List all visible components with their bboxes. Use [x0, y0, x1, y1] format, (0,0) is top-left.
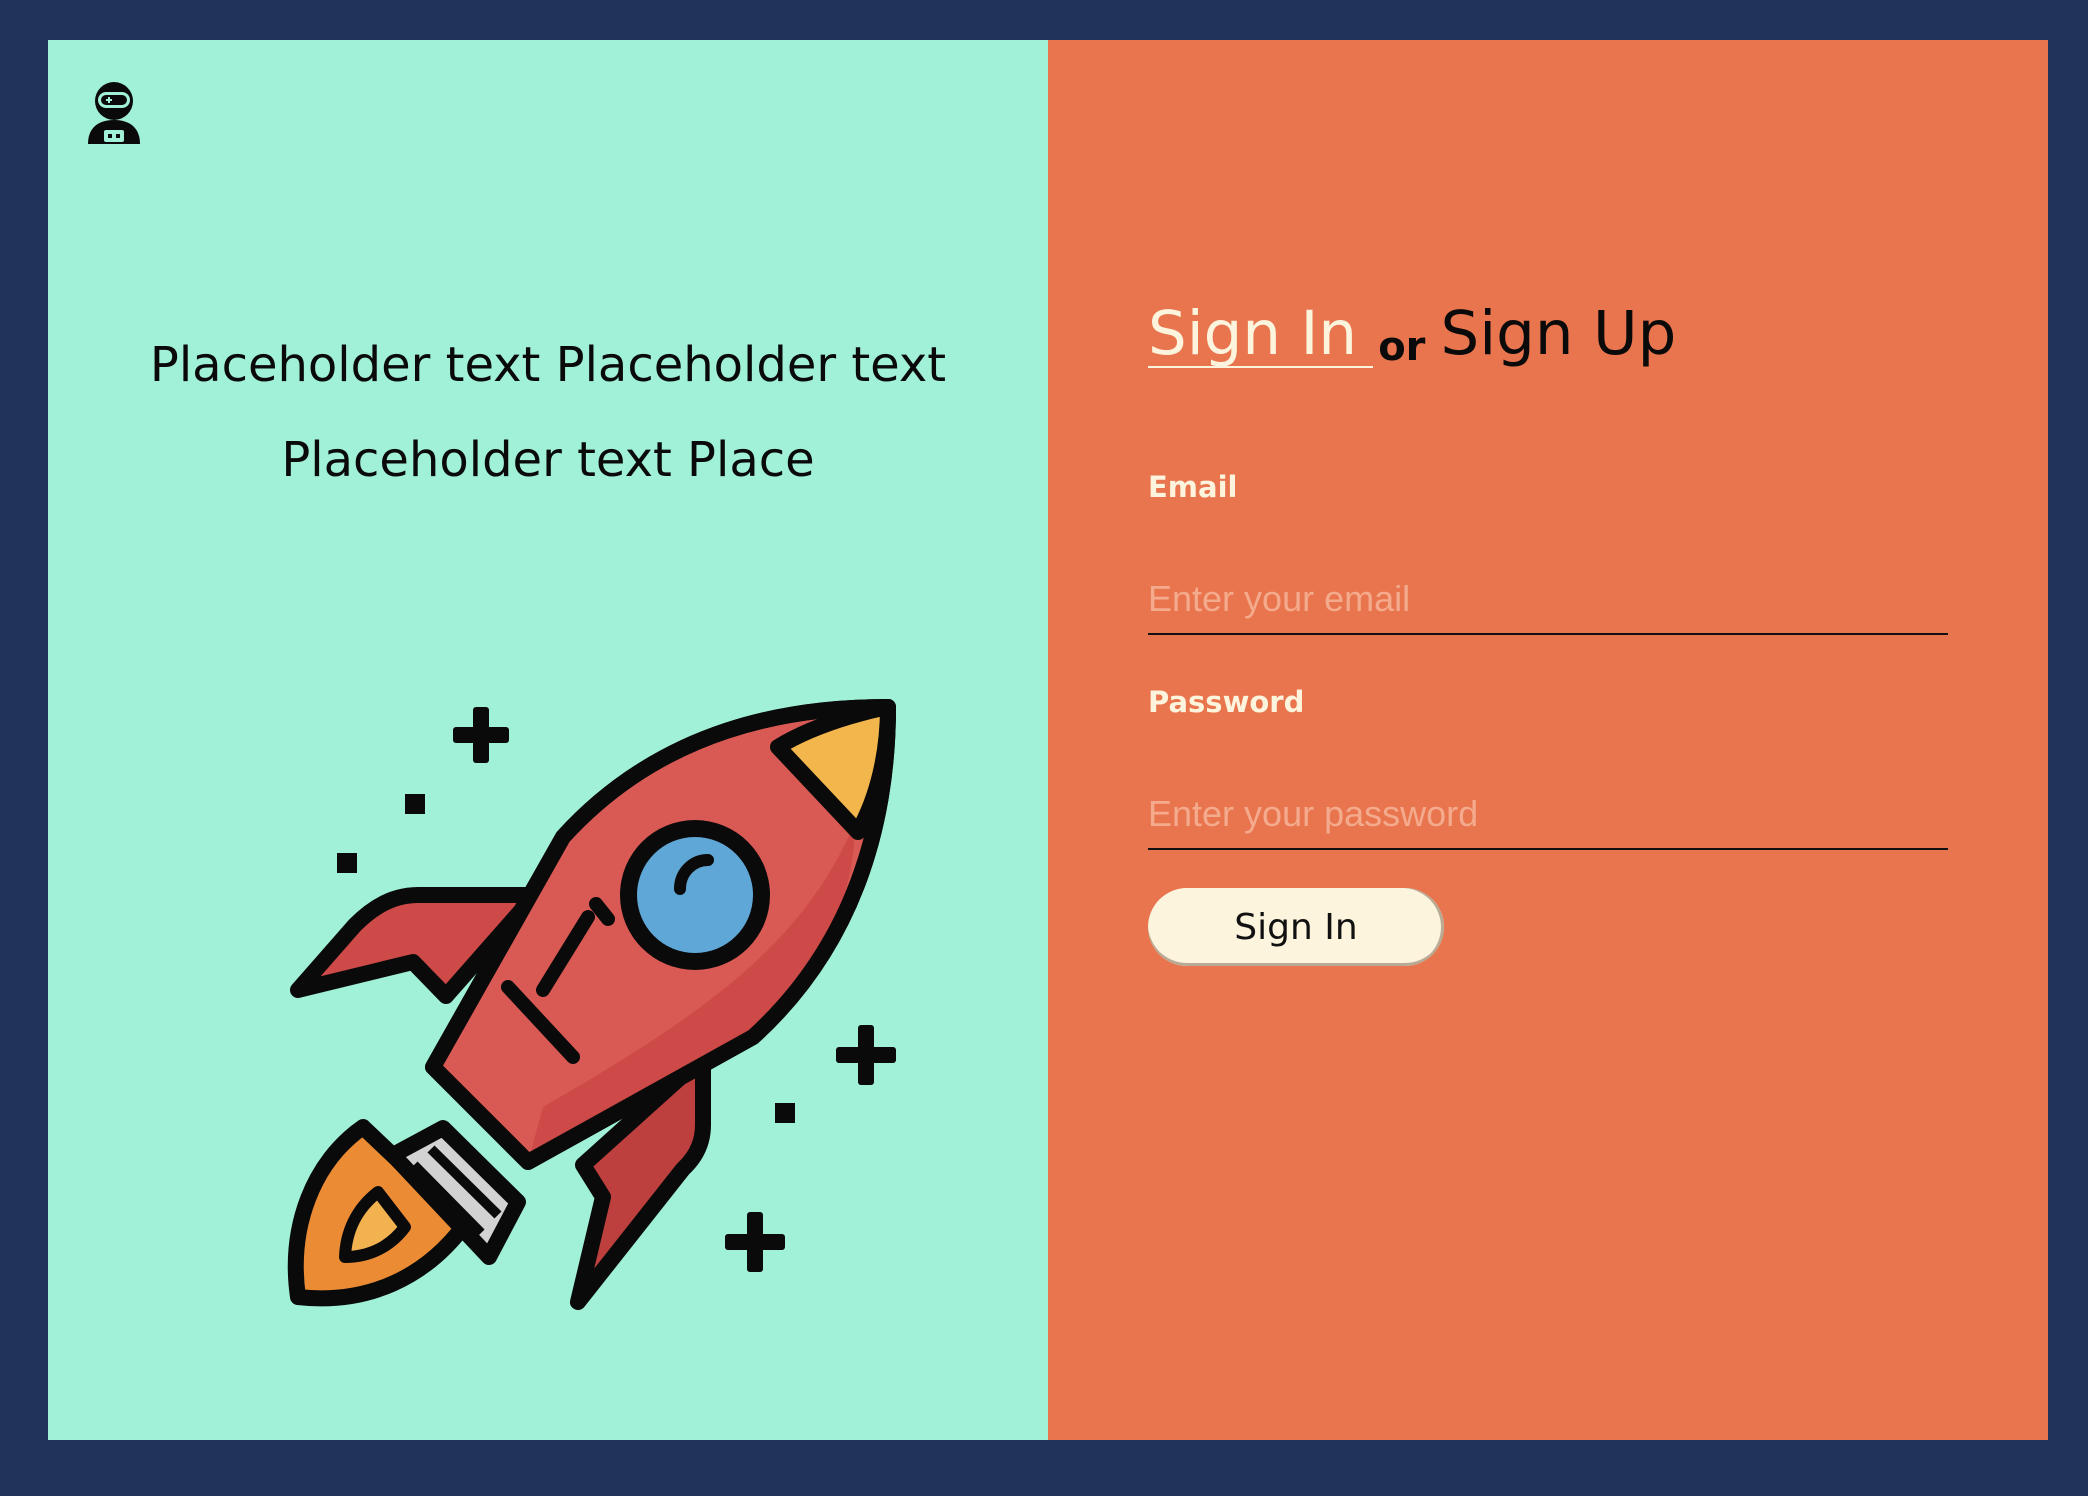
tab-sign-in[interactable]: Sign In [1148, 302, 1374, 368]
email-field[interactable] [1148, 565, 1948, 635]
hero-tagline: Placeholder text Placeholder text Placeh… [149, 337, 947, 488]
auth-heading: Sign In or Sign Up [1148, 302, 1676, 370]
password-label: Password [1148, 685, 1305, 719]
or-separator: or [1378, 324, 1426, 370]
sign-in-button[interactable]: Sign In [1148, 888, 1444, 966]
password-field[interactable] [1148, 780, 1948, 850]
hero-panel: Placeholder text Placeholder text Placeh… [48, 40, 1048, 1440]
app-frame: Placeholder text Placeholder text Placeh… [48, 40, 2048, 1440]
tab-sign-up[interactable]: Sign Up [1441, 302, 1677, 366]
email-label: Email [1148, 470, 1238, 504]
rocket-icon [287, 699, 896, 1310]
astronaut-icon [88, 82, 140, 144]
auth-panel: Sign In or Sign Up Email Password Sign I… [1048, 40, 2048, 1440]
